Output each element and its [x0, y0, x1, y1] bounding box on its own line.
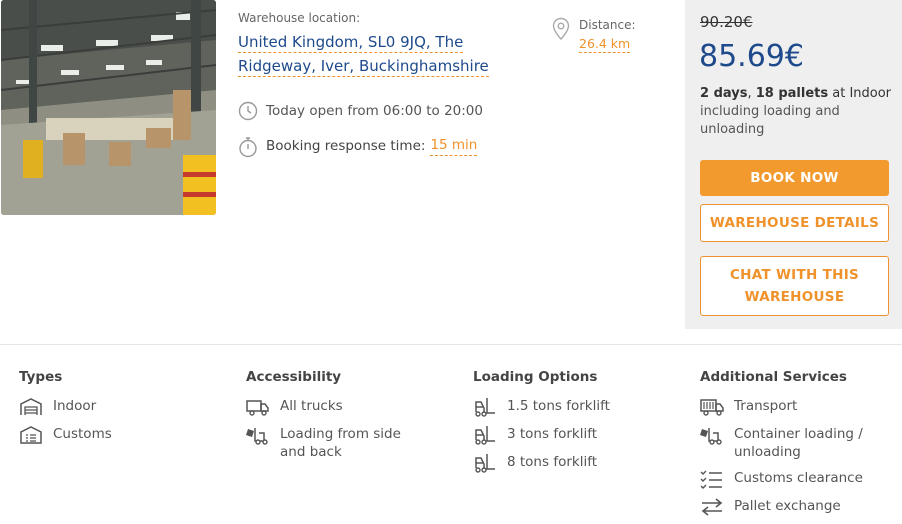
list-item: Transport — [700, 397, 900, 417]
types-section: Types Indoor Customs — [19, 369, 219, 453]
summary-days: 2 days — [700, 86, 748, 101]
item-label: All trucks — [280, 398, 343, 414]
response-value[interactable]: 15 min — [430, 137, 478, 156]
checklist-icon — [700, 469, 724, 489]
list-item: 8 tons forklift — [473, 453, 673, 473]
forklift-icon — [473, 397, 497, 417]
loading-heading: Loading Options — [473, 369, 598, 385]
item-label: Indoor — [53, 398, 97, 414]
summary-at: at — [828, 86, 850, 101]
customs-icon — [19, 425, 43, 445]
item-label: Customs — [53, 426, 112, 442]
list-item: Pallet exchange — [700, 497, 900, 517]
item-label: 3 tons forklift — [507, 426, 598, 442]
summary-pallets: 18 pallets — [755, 86, 829, 101]
hours-text: Today open from 06:00 to 20:00 — [266, 103, 483, 119]
response-label: Booking response time: — [266, 138, 426, 154]
container-loading-icon — [700, 425, 724, 445]
list-item: Indoor — [19, 397, 219, 417]
forklift-icon — [473, 453, 497, 473]
booking-response: Booking response time: 15 min — [238, 136, 478, 158]
types-heading: Types — [19, 369, 63, 385]
list-item: Container loading / unloading — [700, 425, 900, 461]
book-now-button[interactable]: BOOK NOW — [700, 160, 889, 196]
list-item: Customs — [19, 425, 219, 445]
summary-rest: including loading and unloading — [700, 104, 840, 137]
list-item: All trucks — [246, 397, 446, 417]
section-divider — [0, 344, 902, 345]
location-pin-icon — [551, 17, 571, 45]
list-item: Customs clearance — [700, 469, 900, 489]
location-label: Warehouse location: — [238, 11, 361, 25]
services-heading: Additional Services — [700, 369, 847, 385]
distance-label: Distance: — [579, 18, 636, 32]
list-item: Loading from side and back — [246, 425, 446, 461]
truck-icon — [246, 397, 270, 417]
forklift-loading-icon — [246, 425, 270, 445]
forklift-icon — [473, 425, 497, 445]
address-link[interactable]: United Kingdom, SL0 9JQ, The Ridgeway, I… — [238, 30, 538, 78]
list-item: 3 tons forklift — [473, 425, 673, 445]
opening-hours: Today open from 06:00 to 20:00 — [238, 101, 483, 121]
list-item: 1.5 tons forklift — [473, 397, 673, 417]
clock-icon — [238, 101, 258, 121]
loading-options-section: Loading Options 1.5 tons forklift 3 tons… — [473, 369, 673, 481]
item-label: Customs clearance — [734, 470, 863, 486]
address-text[interactable]: United Kingdom, SL0 9JQ, The Ridgeway, I… — [238, 33, 489, 77]
current-price: 85.69€ — [699, 39, 804, 74]
accessibility-section: Accessibility All trucks Loading from si… — [246, 369, 446, 469]
item-label: Pallet exchange — [734, 498, 841, 514]
transport-truck-icon — [700, 397, 724, 417]
distance-value[interactable]: 26.4 km — [579, 36, 631, 53]
booking-summary: 2 days, 18 pallets at Indoor including l… — [700, 85, 895, 139]
price-panel: 90.20€ 85.69€ 2 days, 18 pallets at Indo… — [685, 0, 902, 329]
warehouse-photo[interactable] — [1, 0, 216, 215]
item-label: Loading from side and back — [280, 426, 401, 460]
old-price: 90.20€ — [700, 13, 753, 31]
stopwatch-icon — [238, 136, 258, 158]
item-label: 8 tons forklift — [507, 454, 598, 470]
warehouse-details-button[interactable]: WAREHOUSE DETAILS — [700, 204, 889, 242]
summary-sep: , — [747, 86, 756, 101]
summary-type: Indoor — [849, 86, 892, 101]
accessibility-heading: Accessibility — [246, 369, 342, 385]
additional-services-section: Additional Services Transport Container … — [700, 369, 900, 524]
chat-warehouse-button[interactable]: CHAT WITH THIS WAREHOUSE — [700, 256, 889, 316]
warehouse-icon — [19, 397, 43, 417]
item-label: Transport — [734, 398, 798, 414]
item-label: 1.5 tons forklift — [507, 398, 610, 414]
exchange-arrows-icon — [700, 497, 724, 517]
item-label: Container loading / unloading — [734, 426, 863, 460]
